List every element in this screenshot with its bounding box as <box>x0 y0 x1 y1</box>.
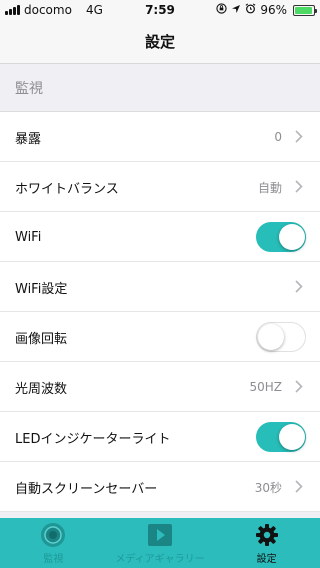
chevron-right-icon <box>290 178 308 197</box>
tab-label: 監視 <box>43 553 64 565</box>
wifi-toggle[interactable] <box>256 222 306 252</box>
battery-icon <box>293 4 317 16</box>
setting-row-screensaver[interactable]: 自動スクリーンセーバー 30秒 <box>0 462 320 512</box>
tab-media-gallery[interactable]: メディアギャラリー <box>107 518 214 568</box>
row-value: 0 <box>274 130 282 144</box>
row-label: 光周波数 <box>15 381 68 397</box>
section-header: 監視 <box>0 64 320 112</box>
play-icon <box>147 522 173 548</box>
row-label: 自動スクリーンセーバー <box>15 481 158 497</box>
status-right: 96% <box>216 3 317 17</box>
chevron-right-icon <box>290 128 308 147</box>
battery-percent: 96% <box>260 3 287 17</box>
navigation-bar: 設定 <box>0 20 320 64</box>
status-bar: docomo 4G 7:59 96% <box>0 0 320 20</box>
setting-row-light-frequency[interactable]: 光周波数 50HZ <box>0 362 320 412</box>
row-label: WiFi <box>15 229 42 245</box>
toggle-knob <box>279 424 305 450</box>
led-indicator-toggle[interactable] <box>256 422 306 452</box>
gear-icon <box>255 522 279 548</box>
settings-list: 暴露 0 ホワイトバランス 自動 WiFi WiFi設定 画像回転 光周波数 5… <box>0 112 320 512</box>
setting-row-image-rotation: 画像回転 <box>0 312 320 362</box>
section-title: 監視 <box>15 80 43 97</box>
chevron-right-icon <box>290 278 308 297</box>
camera-lens-icon <box>40 522 66 548</box>
chevron-right-icon <box>290 478 308 497</box>
setting-row-wifi-settings[interactable]: WiFi設定 <box>0 262 320 312</box>
image-rotation-toggle[interactable] <box>256 322 306 352</box>
battery-fill <box>295 6 313 14</box>
location-icon <box>231 4 241 17</box>
row-label: 画像回転 <box>15 331 68 347</box>
setting-row-led-indicator: LEDインジケーターライト <box>0 412 320 462</box>
tab-bar: 監視 メディアギャラリー 設定 <box>0 518 320 568</box>
tab-monitor[interactable]: 監視 <box>0 518 107 568</box>
setting-row-white-balance[interactable]: ホワイトバランス 自動 <box>0 162 320 212</box>
tab-label: メディアギャラリー <box>115 553 205 565</box>
row-value: 30秒 <box>254 480 282 495</box>
row-label: 暴露 <box>15 131 42 147</box>
toggle-knob <box>258 324 284 350</box>
setting-row-exposure[interactable]: 暴露 0 <box>0 112 320 162</box>
alarm-icon <box>245 3 256 17</box>
tab-settings[interactable]: 設定 <box>213 518 320 568</box>
setting-row-wifi: WiFi <box>0 212 320 262</box>
row-label: ホワイトバランス <box>15 181 119 197</box>
row-value: 自動 <box>257 180 282 195</box>
row-value: 50HZ <box>249 380 282 394</box>
page-title: 設定 <box>144 33 175 51</box>
row-label: LEDインジケーターライト <box>15 431 171 447</box>
tab-label: 設定 <box>256 553 277 565</box>
row-label: WiFi設定 <box>15 281 68 297</box>
lock-rotation-icon <box>216 3 227 17</box>
chevron-right-icon <box>290 378 308 397</box>
toggle-knob <box>279 224 305 250</box>
